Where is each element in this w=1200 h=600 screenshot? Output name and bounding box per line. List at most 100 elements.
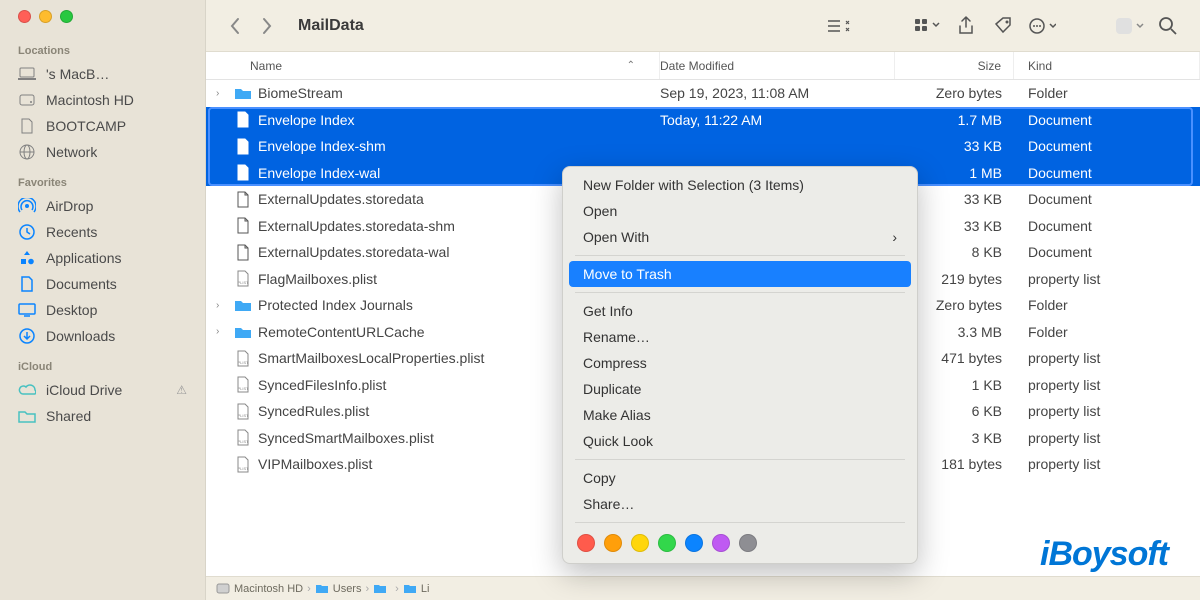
sidebar-item-icloud-drive[interactable]: iCloud Drive⚠︎ (14, 377, 205, 403)
tag-dot[interactable] (604, 534, 622, 552)
tag-dot[interactable] (712, 534, 730, 552)
file-name: SmartMailboxesLocalProperties.plist (258, 350, 484, 366)
sidebar-item-network[interactable]: Network (14, 139, 205, 165)
fullscreen-button[interactable] (60, 10, 73, 23)
sidebar-item-airdrop[interactable]: AirDrop (14, 193, 205, 219)
file-kind: Document (1014, 191, 1200, 207)
doc-icon (18, 117, 36, 135)
file-kind: Document (1014, 112, 1200, 128)
col-size-header[interactable]: Size (895, 52, 1014, 79)
path-separator: › (307, 583, 311, 595)
sidebar-item-desktop[interactable]: Desktop (14, 297, 205, 323)
context-menu-item[interactable]: Get Info (569, 298, 911, 324)
file-kind: Document (1014, 244, 1200, 260)
folder-icon (234, 323, 252, 341)
sidebar-item-downloads[interactable]: Downloads (14, 323, 205, 349)
tag-dot[interactable] (631, 534, 649, 552)
download-icon (18, 327, 36, 345)
col-name-header[interactable]: Name (250, 59, 282, 73)
path-segment[interactable]: Macintosh HD (216, 583, 303, 595)
context-menu-item[interactable]: Rename… (569, 324, 911, 350)
disclosure-triangle[interactable]: › (216, 88, 228, 99)
file-kind: property list (1014, 430, 1200, 446)
file-name: Protected Index Journals (258, 297, 413, 313)
sidebar-item-label: iCloud Drive (46, 382, 122, 398)
path-segment[interactable]: Li (403, 583, 430, 595)
window-title: MailData (298, 17, 364, 35)
minimize-button[interactable] (39, 10, 52, 23)
sidebar-item-macintosh-hd[interactable]: Macintosh HD (14, 87, 205, 113)
file-name: RemoteContentURLCache (258, 324, 425, 340)
toolbar: MailData (206, 0, 1200, 52)
doc-icon (234, 190, 252, 208)
tag-dot[interactable] (685, 534, 703, 552)
context-menu-item[interactable]: Open With› (569, 224, 911, 250)
context-menu-item[interactable]: Quick Look (569, 428, 911, 454)
file-name: ExternalUpdates.storedata-shm (258, 218, 455, 234)
tag-dot[interactable] (658, 534, 676, 552)
sidebar-item-label: 's MacB… (46, 66, 109, 82)
context-menu-item[interactable]: Duplicate (569, 376, 911, 402)
file-row[interactable]: Envelope IndexToday, 11:22 AM1.7 MBDocum… (206, 107, 1200, 134)
group-button[interactable] (914, 14, 942, 38)
laptop-icon (18, 65, 36, 83)
share-button[interactable] (952, 14, 980, 38)
plist-icon: PLIST (234, 376, 252, 394)
account-button[interactable] (1116, 14, 1144, 38)
sidebar-item-documents[interactable]: Documents (14, 271, 205, 297)
sort-indicator: ⌃ (627, 60, 635, 71)
context-menu-item[interactable]: Copy (569, 465, 911, 491)
file-name: ExternalUpdates.storedata-wal (258, 244, 449, 260)
tag-dot[interactable] (739, 534, 757, 552)
folder-icon (18, 407, 36, 425)
file-kind: Document (1014, 165, 1200, 181)
back-button[interactable] (224, 15, 246, 37)
context-menu-label: New Folder with Selection (3 Items) (583, 177, 804, 193)
sidebar-item-bootcamp[interactable]: BOOTCAMP (14, 113, 205, 139)
column-headers[interactable]: Name ⌃ Date Modified Size Kind (206, 52, 1200, 80)
context-menu-label: Make Alias (583, 407, 651, 423)
context-menu-item[interactable]: Move to Trash (569, 261, 911, 287)
context-menu[interactable]: New Folder with Selection (3 Items) OpenO… (562, 166, 918, 564)
file-kind: property list (1014, 456, 1200, 472)
path-segment[interactable] (373, 583, 391, 594)
file-name: FlagMailboxes.plist (258, 271, 377, 287)
sidebar-item-macbook[interactable]: 's MacB… (14, 61, 205, 87)
context-menu-item[interactable]: New Folder with Selection (3 Items) (569, 172, 911, 198)
plist-icon: PLIST (234, 402, 252, 420)
file-name: SyncedSmartMailboxes.plist (258, 430, 434, 446)
cloud-icon (18, 381, 36, 399)
close-button[interactable] (18, 10, 31, 23)
file-kind: property list (1014, 350, 1200, 366)
sidebar-item-applications[interactable]: Applications (14, 245, 205, 271)
sidebar-item-label: Macintosh HD (46, 92, 134, 108)
path-bar[interactable]: Macintosh HD›Users››Li (206, 576, 1200, 600)
menu-separator (575, 255, 905, 256)
actions-button[interactable] (1028, 14, 1056, 38)
tag-dot[interactable] (577, 534, 595, 552)
tag-row (563, 528, 917, 558)
sidebar-section-header: Locations (18, 45, 205, 57)
disclosure-triangle[interactable]: › (216, 326, 228, 337)
context-menu-item[interactable]: Share… (569, 491, 911, 517)
context-menu-item[interactable]: Compress (569, 350, 911, 376)
col-date-header[interactable]: Date Modified (660, 52, 895, 79)
view-list-button[interactable] (826, 14, 854, 38)
file-kind: property list (1014, 377, 1200, 393)
sidebar-item-recents[interactable]: Recents (14, 219, 205, 245)
path-segment[interactable]: Users (315, 583, 362, 595)
file-row[interactable]: ›BiomeStreamSep 19, 2023, 11:08 AMZero b… (206, 80, 1200, 107)
desktop-icon (18, 301, 36, 319)
context-menu-item[interactable]: Make Alias (569, 402, 911, 428)
file-size: 1.7 MB (895, 112, 1014, 128)
file-row[interactable]: Envelope Index-shm33 KBDocument (206, 133, 1200, 160)
tag-button[interactable] (990, 14, 1018, 38)
col-kind-header[interactable]: Kind (1014, 52, 1200, 79)
disclosure-triangle[interactable]: › (216, 300, 228, 311)
forward-button[interactable] (256, 15, 278, 37)
folder-icon (234, 296, 252, 314)
sidebar-item-shared[interactable]: Shared (14, 403, 205, 429)
file-name: ExternalUpdates.storedata (258, 191, 424, 207)
context-menu-item[interactable]: Open (569, 198, 911, 224)
search-button[interactable] (1154, 14, 1182, 38)
